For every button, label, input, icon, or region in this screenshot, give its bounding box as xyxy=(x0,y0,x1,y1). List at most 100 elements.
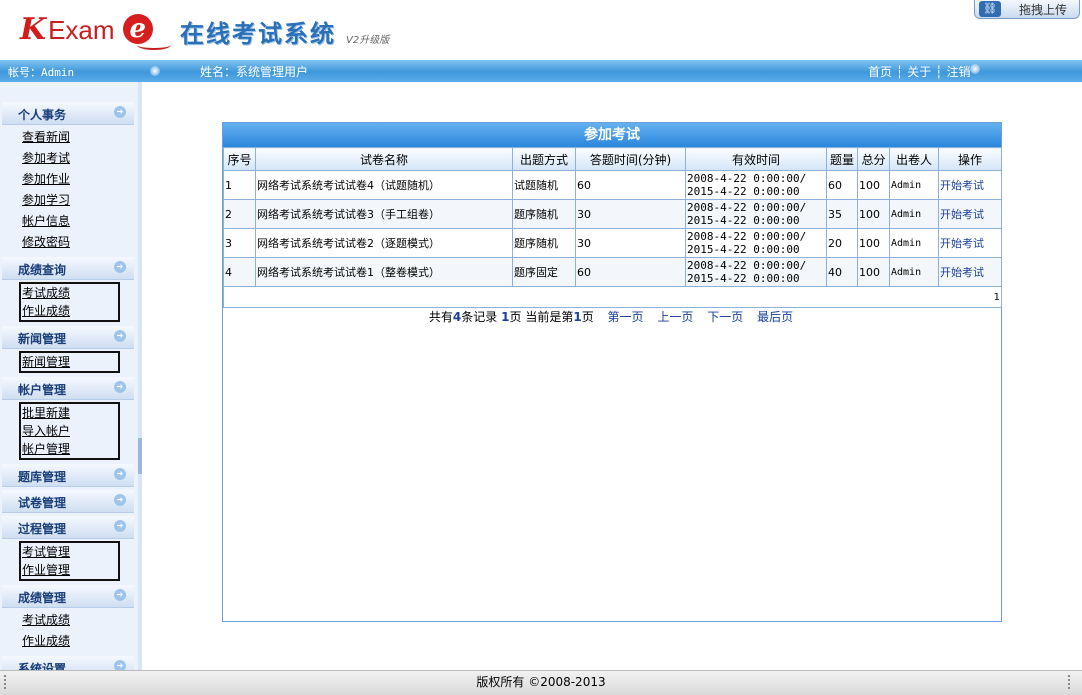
link-account-manage[interactable]: 帐户管理 xyxy=(22,440,118,458)
table-row: 3 网络考试系统考试试卷2（逐题模式） 题序随机 30 2008-4-22 0:… xyxy=(223,228,1002,258)
footer: 版权所有 ©2008-2013 xyxy=(0,670,1082,695)
col-header: 操作 xyxy=(938,147,1002,171)
cell-valid: 2008-4-22 0:00:00/2015-4-22 0:00:00 xyxy=(685,228,827,258)
cell-author: Admin xyxy=(889,170,939,200)
sparkle-decoration xyxy=(970,64,980,74)
link-change-password[interactable]: 修改密码 xyxy=(22,232,138,253)
section-process[interactable]: 过程管理 ➔ xyxy=(2,516,134,539)
cell-count: 60 xyxy=(826,170,858,200)
drag-upload-button[interactable]: ⛓ 拖拽上传 xyxy=(974,0,1080,19)
link-news-manage[interactable]: 新闻管理 xyxy=(22,353,118,371)
cell-author: Admin xyxy=(889,257,939,287)
table-row: 2 网络考试系统考试试卷3（手工组卷） 题序随机 30 2008-4-22 0:… xyxy=(223,199,1002,229)
section-title: 成绩查询 xyxy=(18,263,67,277)
logo-k: K xyxy=(20,12,47,47)
cell-no: 4 xyxy=(223,257,256,287)
link-homework-scores[interactable]: 作业成绩 xyxy=(22,302,118,320)
logo-swoosh xyxy=(136,40,171,50)
cell-count: 20 xyxy=(826,228,858,258)
section-title: 新闻管理 xyxy=(18,332,67,346)
link-exam-scores[interactable]: 考试成绩 xyxy=(22,284,118,302)
pager-prev-link[interactable]: 上一页 xyxy=(657,310,693,324)
section-score-manage[interactable]: 成绩管理 ➔ xyxy=(2,585,134,608)
valid-from: 2008-4-22 0:00:00/ xyxy=(687,259,807,272)
start-exam-link[interactable]: 开始考试 xyxy=(940,237,984,250)
cell-no: 3 xyxy=(223,228,256,258)
cell-score: 100 xyxy=(857,199,890,229)
link-batch-create[interactable]: 批里新建 xyxy=(22,404,118,422)
section-personal[interactable]: 个人事务 ➔ xyxy=(2,102,134,125)
cell-author: Admin xyxy=(889,228,939,258)
valid-to: 2015-4-22 0:00:00 xyxy=(687,243,800,256)
pager-pages-suffix: 页 xyxy=(509,310,522,324)
pager-total-prefix: 共有 xyxy=(428,310,453,324)
cell-no: 2 xyxy=(223,199,256,229)
pager-first-link[interactable]: 第一页 xyxy=(608,310,644,324)
link-exam-manage[interactable]: 考试管理 xyxy=(22,543,118,561)
link-account-info[interactable]: 帐户信息 xyxy=(22,211,138,232)
cell-action: 开始考试 xyxy=(938,199,1002,229)
logo-exam: Exam xyxy=(48,14,115,45)
sidebar: 个人事务 ➔ 查看新闻 参加考试 参加作业 参加学习 帐户信息 修改密码 成绩查询… xyxy=(0,82,139,670)
link-homework-scores-manage[interactable]: 作业成绩 xyxy=(22,631,138,652)
logo-e-mark: e xyxy=(121,12,171,50)
pager-next-link[interactable]: 下一页 xyxy=(707,310,743,324)
valid-to: 2015-4-22 0:00:00 xyxy=(687,214,800,227)
link-view-news[interactable]: 查看新闻 xyxy=(22,127,138,148)
link-homework-manage[interactable]: 作业管理 xyxy=(22,561,118,579)
kexam-logo: K Exam e xyxy=(20,10,171,50)
valid-from: 2008-4-22 0:00:00/ xyxy=(687,201,807,214)
section-paper[interactable]: 试卷管理 ➔ xyxy=(2,490,134,513)
sparkle-decoration xyxy=(150,66,160,76)
link-join-exam[interactable]: 参加考试 xyxy=(22,148,138,169)
link-join-study[interactable]: 参加学习 xyxy=(22,190,138,211)
username-label: 姓名：系统管理用户 xyxy=(200,65,309,79)
col-header: 出卷人 xyxy=(889,147,939,171)
exam-table: 序号 试卷名称 出题方式 答题时间(分钟) 有效时间 题量 总分 出卷人 操作 … xyxy=(223,147,1002,308)
pager-current-prefix: 当前是第 xyxy=(525,310,574,324)
table-row: 1 网络考试系统考试试卷4（试题随机） 试题随机 60 2008-4-22 0:… xyxy=(223,170,1002,200)
col-header: 题量 xyxy=(826,147,858,171)
footer-grip xyxy=(4,675,12,689)
cell-action: 开始考试 xyxy=(938,170,1002,200)
cell-mode: 题序随机 xyxy=(512,228,576,258)
valid-to: 2015-4-22 0:00:00 xyxy=(687,272,800,285)
col-header: 答题时间(分钟) xyxy=(575,147,686,171)
nav-logout-link[interactable]: 注销 xyxy=(947,65,971,79)
cell-score: 100 xyxy=(857,257,890,287)
section-account[interactable]: 帐户管理 ➔ xyxy=(2,377,134,400)
top-nav: 首页 ┆ 关于 ┆ 注销 xyxy=(868,65,971,79)
start-exam-link[interactable]: 开始考试 xyxy=(940,208,984,221)
arrow-right-icon: ➔ xyxy=(114,494,126,506)
score-query-links: 考试成绩 作业成绩 xyxy=(19,282,120,322)
arrow-right-icon: ➔ xyxy=(114,330,126,342)
link-join-homework[interactable]: 参加作业 xyxy=(22,169,138,190)
start-exam-link[interactable]: 开始考试 xyxy=(940,266,984,279)
section-news[interactable]: 新闻管理 ➔ xyxy=(2,326,134,349)
cell-score: 100 xyxy=(857,228,890,258)
link-exam-scores-manage[interactable]: 考试成绩 xyxy=(22,610,138,631)
header: K Exam e 在线考试系统 V2升级版 ⛓ 拖拽上传 xyxy=(0,0,1082,60)
valid-from: 2008-4-22 0:00:00/ xyxy=(687,172,807,185)
footer-page-number: 1 xyxy=(223,286,1002,308)
upload-icon: ⛓ xyxy=(979,1,1001,17)
cell-count: 35 xyxy=(826,199,858,229)
link-import-accounts[interactable]: 导入帐户 xyxy=(22,422,118,440)
arrow-right-icon: ➔ xyxy=(114,589,126,601)
section-system[interactable]: 系统设置 ➔ xyxy=(2,656,134,670)
nav-about-link[interactable]: 关于 xyxy=(907,65,931,79)
cell-name: 网络考试系统考试试卷3（手工组卷） xyxy=(255,199,513,229)
start-exam-link[interactable]: 开始考试 xyxy=(940,179,984,192)
cell-mode: 题序固定 xyxy=(512,257,576,287)
cell-valid: 2008-4-22 0:00:00/2015-4-22 0:00:00 xyxy=(685,170,827,200)
section-score-query[interactable]: 成绩查询 ➔ xyxy=(2,257,134,280)
pager-last-link[interactable]: 最后页 xyxy=(757,310,793,324)
section-question-bank[interactable]: 题库管理 ➔ xyxy=(2,464,134,487)
nav-home-link[interactable]: 首页 xyxy=(868,65,892,79)
section-title: 帐户管理 xyxy=(18,383,67,397)
account-label: 帐号：Admin xyxy=(8,66,75,79)
cell-action: 开始考试 xyxy=(938,228,1002,258)
cell-time: 30 xyxy=(575,228,686,258)
score-manage-links: 考试成绩 作业成绩 xyxy=(0,608,138,656)
pager: 共有4条记录 1页 当前是第1页 第一页 上一页 下一页 最后页 xyxy=(222,308,1000,325)
